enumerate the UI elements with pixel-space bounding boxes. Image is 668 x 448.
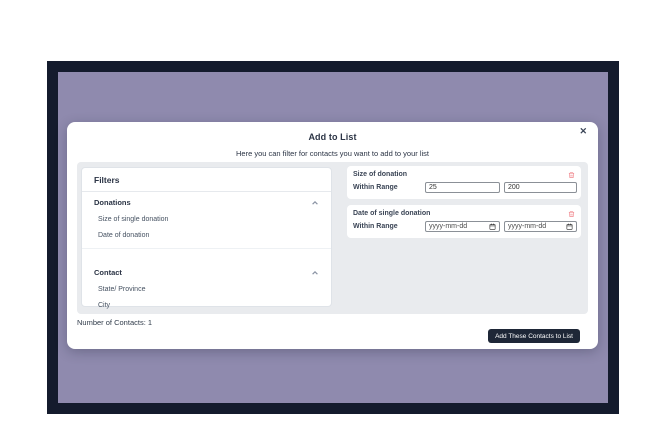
add-contacts-button[interactable]: Add These Contacts to List (488, 329, 580, 343)
filters-heading: Filters (82, 168, 331, 192)
contact-count-text: Number of Contacts: 1 (77, 318, 153, 327)
close-icon[interactable]: ✕ (579, 127, 587, 136)
chevron-up-icon[interactable] (312, 200, 318, 206)
modal-subtitle: Here you can filter for contacts you wan… (235, 149, 429, 158)
active-filter-size-of-donation: Size of donation Within Range (347, 166, 581, 199)
filter-item-size-of-single-donation[interactable]: Size of single donation (82, 216, 331, 223)
section-divider (82, 248, 331, 249)
date-placeholder: yyyy-mm-dd (508, 223, 547, 230)
delete-filter-button[interactable] (568, 171, 575, 179)
within-range-label: Within Range (353, 223, 398, 230)
filter-section-donations[interactable]: Donations (82, 198, 331, 207)
active-filter-title: Date of single donation (353, 210, 431, 217)
filter-item-state-province[interactable]: State/ Province (82, 286, 331, 293)
calendar-icon[interactable] (566, 223, 573, 230)
calendar-icon[interactable] (489, 223, 496, 230)
modal-title: Add to List (308, 132, 357, 142)
delete-filter-button[interactable] (568, 210, 575, 218)
date-placeholder: yyyy-mm-dd (429, 223, 468, 230)
date-to-input[interactable]: yyyy-mm-dd (504, 221, 577, 232)
trash-icon (568, 211, 575, 217)
active-filter-date-of-single-donation: Date of single donation Within Range yyy… (347, 205, 581, 238)
trash-icon (568, 172, 575, 178)
filters-panel: Filters Donations Size of single donatio… (81, 167, 332, 309)
date-from-input[interactable]: yyyy-mm-dd (425, 221, 500, 232)
within-range-label: Within Range (353, 184, 398, 191)
add-to-list-modal: ✕ Add to List Here you can filter for co… (67, 122, 598, 349)
range-min-input[interactable] (425, 182, 500, 193)
filters-content-area: Filters Donations Size of single donatio… (77, 162, 588, 314)
active-filter-title: Size of donation (353, 171, 408, 178)
filter-section-contact[interactable]: Contact (82, 268, 331, 277)
section-label: Donations (94, 198, 131, 207)
chevron-up-icon[interactable] (312, 270, 318, 276)
range-max-input[interactable] (504, 182, 577, 193)
section-label: Contact (94, 268, 122, 277)
filter-item-city[interactable]: City (82, 302, 331, 309)
filter-item-date-of-donation[interactable]: Date of donation (82, 232, 331, 239)
